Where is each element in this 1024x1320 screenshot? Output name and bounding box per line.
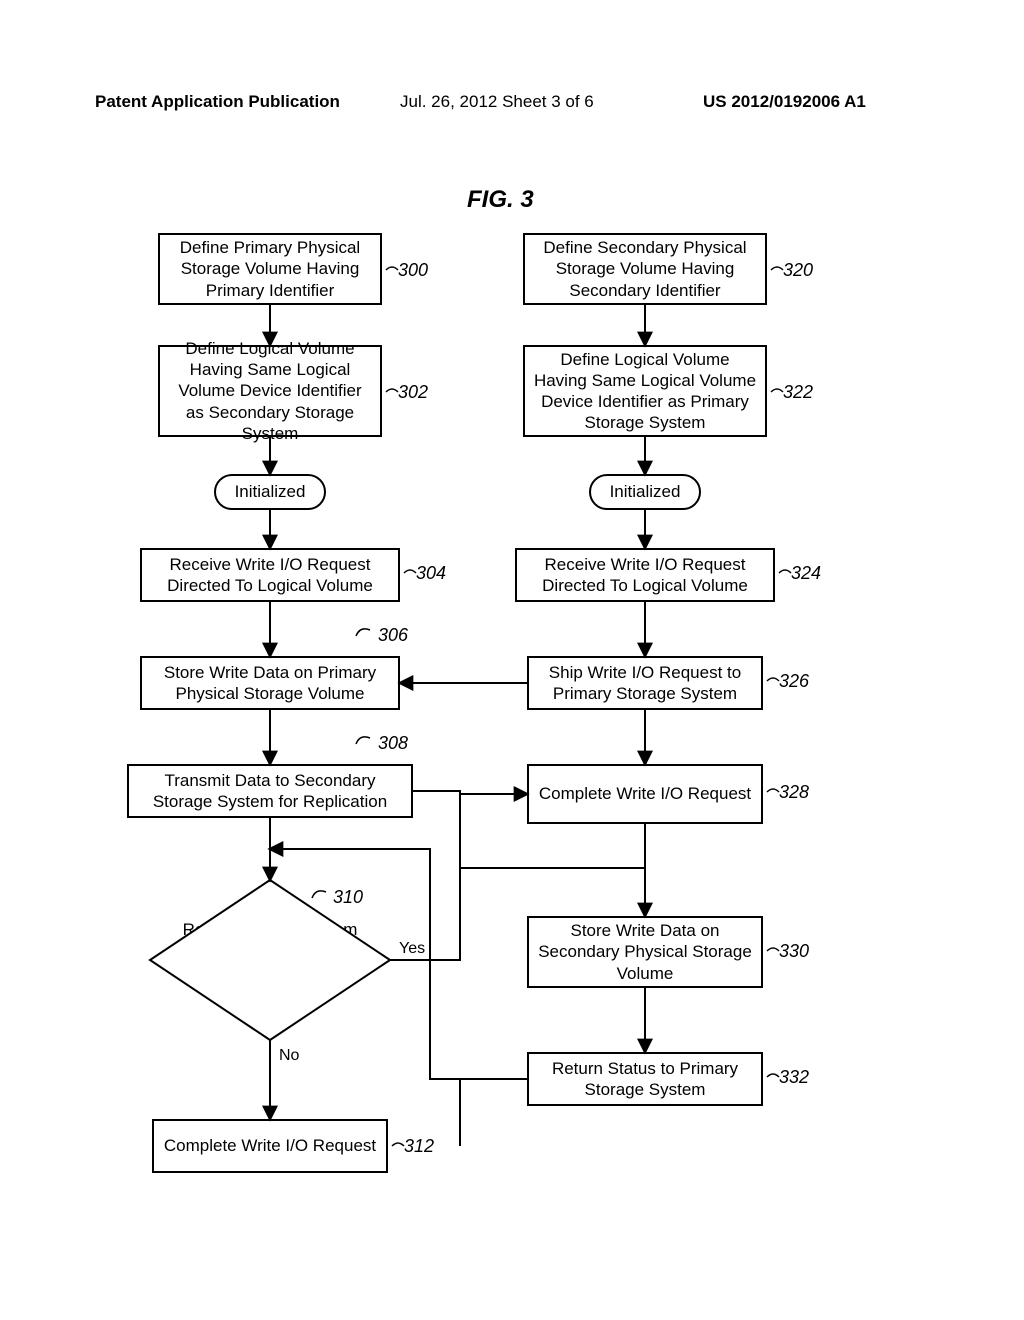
ref-302: 302 — [398, 382, 428, 403]
label-yes: Yes — [399, 940, 425, 958]
box-306: Store Write Data on Primary Physical Sto… — [140, 656, 400, 710]
ref-320: 320 — [783, 260, 813, 281]
ref-328: 328 — [779, 782, 809, 803]
ref-306: 306 — [378, 625, 408, 646]
decision-310-text: Request Shipped From Secondary Storage S… — [176, 919, 364, 983]
box-324: Receive Write I/O Request Directed To Lo… — [515, 548, 775, 602]
ref-312: 312 — [404, 1136, 434, 1157]
box-304: Receive Write I/O Request Directed To Lo… — [140, 548, 400, 602]
box-308: Transmit Data to Secondary Storage Syste… — [127, 764, 413, 818]
box-326: Ship Write I/O Request to Primary Storag… — [527, 656, 763, 710]
pill-init-right: Initialized — [589, 474, 701, 510]
header-left: Patent Application Publication — [95, 92, 340, 112]
box-300: Define Primary Physical Storage Volume H… — [158, 233, 382, 305]
figure-title: FIG. 3 — [467, 186, 534, 214]
ref-332: 332 — [779, 1067, 809, 1088]
page: Patent Application Publication Jul. 26, … — [0, 0, 1024, 1320]
box-322: Define Logical Volume Having Same Logica… — [523, 345, 767, 437]
ref-330: 330 — [779, 941, 809, 962]
ref-310: 310 — [333, 887, 363, 908]
box-328: Complete Write I/O Request — [527, 764, 763, 824]
label-no: No — [279, 1047, 299, 1065]
header-right: US 2012/0192006 A1 — [703, 92, 866, 112]
ref-326: 326 — [779, 671, 809, 692]
box-332: Return Status to Primary Storage System — [527, 1052, 763, 1106]
pill-init-left: Initialized — [214, 474, 326, 510]
box-320: Define Secondary Physical Storage Volume… — [523, 233, 767, 305]
box-302: Define Logical Volume Having Same Logica… — [158, 345, 382, 437]
ref-324: 324 — [791, 563, 821, 584]
ref-304: 304 — [416, 563, 446, 584]
box-312: Complete Write I/O Request — [152, 1119, 388, 1173]
header-center: Jul. 26, 2012 Sheet 3 of 6 — [400, 92, 594, 112]
ref-322: 322 — [783, 382, 813, 403]
box-330: Store Write Data on Secondary Physical S… — [527, 916, 763, 988]
ref-300: 300 — [398, 260, 428, 281]
ref-308: 308 — [378, 733, 408, 754]
